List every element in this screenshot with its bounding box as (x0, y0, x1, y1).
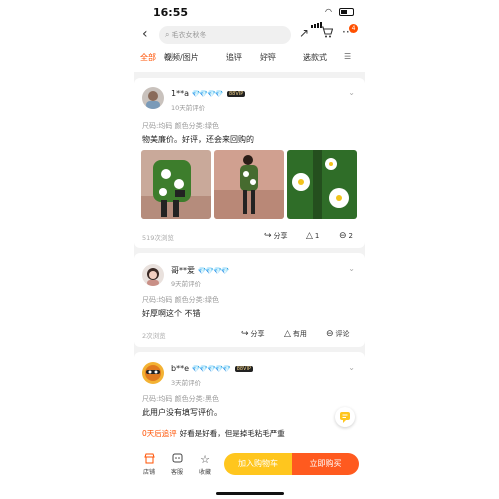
share-icon: ↪ (264, 231, 272, 241)
avatar[interactable] (142, 87, 164, 109)
share-label: 分享 (273, 232, 288, 240)
comment-label: 评论 (335, 330, 350, 338)
review-text: 好厚啊这个 不错 (142, 309, 201, 318)
review-card: 哥**爱 💎💎💎💎 9天前评价 ⌄ 尺码:均码 颜色分类:绿色 好厚啊这个 不错… (134, 253, 365, 347)
followup-review: 0天后追评 好看是好看，但是掉毛粘毛严重 (142, 428, 285, 439)
comment-button[interactable]: ⊖ 评论 (326, 329, 350, 339)
chevron-down-icon[interactable]: ⌄ (348, 88, 355, 97)
review-time: 9天前评价 (171, 280, 202, 288)
nav-bar: ‹ ⌕ 毛衣女秋冬 ↗ ··· 4 (134, 24, 365, 46)
store-icon (138, 453, 160, 465)
tab-positive-count: (20) (260, 52, 275, 60)
customer-service-icon (166, 453, 188, 465)
comment-button[interactable]: ⊖ 2 (339, 231, 353, 241)
vip-badge: 88VIP (226, 90, 246, 97)
home-indicator (216, 492, 284, 495)
vip-badge: 88VIP (234, 365, 253, 372)
review-time: 10天前评价 (171, 104, 206, 112)
reviewer-name-text: 1**a (171, 89, 189, 98)
floating-chat-button[interactable] (335, 407, 355, 427)
share-button[interactable]: ↪ 分享 (264, 231, 288, 241)
search-placeholder: 毛衣女秋冬 (171, 31, 207, 39)
top-header: 16:55 ◠ ‹ ⌕ 毛衣女秋冬 ↗ ··· 4 全部 ◎ 视频/图片 (2) 追评… (134, 0, 365, 72)
like-count: 1 (314, 232, 320, 240)
review-card: b**e 💎💎💎💎💎 88VIP 3天前评价 ⌄ 尺码:均码 颜色分类:黑色 此… (134, 352, 365, 452)
status-time: 16:55 (153, 6, 189, 19)
chevron-down-icon[interactable]: ⌄ (348, 363, 355, 372)
review-time: 3天前评价 (171, 379, 202, 387)
review-text: 此用户没有填写评价。 (142, 408, 222, 417)
reviewer-name[interactable]: 1**a 💎💎💎💎 88VIP (171, 89, 246, 98)
share-button[interactable]: ↪ 分享 (241, 329, 265, 339)
comment-count: 2 (348, 232, 354, 240)
avatar[interactable] (142, 362, 164, 384)
thumbs-up-icon: △ (306, 231, 313, 241)
diamond-level-icon: 💎💎💎💎 (197, 267, 230, 275)
followup-text: 好看是好看，但是掉毛粘毛严重 (179, 429, 285, 438)
useful-button[interactable]: △ 有用 (284, 329, 307, 339)
review-text: 物美廉价。好评，还会来回购的 (142, 135, 254, 144)
review-photo[interactable] (287, 150, 357, 219)
comment-icon: ⊖ (339, 231, 347, 241)
share-icon[interactable]: ↗ (299, 26, 309, 40)
reviewer-name-text: 哥**爱 (171, 266, 195, 275)
store-label: 店铺 (142, 469, 155, 476)
search-input[interactable]: ⌕ 毛衣女秋冬 (159, 26, 291, 44)
review-photo[interactable] (214, 150, 284, 219)
cart-badge: 4 (349, 24, 358, 33)
share-label: 分享 (250, 330, 265, 338)
tab-all[interactable]: 全部 (140, 52, 156, 63)
add-to-cart-button[interactable]: 加入购物车 (224, 453, 292, 475)
tab-followup-count: (1) (226, 52, 236, 60)
filter-list-icon[interactable]: ☰ (344, 52, 351, 61)
back-chevron-icon[interactable]: ‹ (142, 26, 148, 42)
reviewer-name[interactable]: b**e 💎💎💎💎💎 88VIP (171, 364, 253, 373)
followup-tag: 0天后追评 (142, 429, 177, 438)
store-button[interactable]: 店铺 (138, 453, 160, 476)
filter-tabs: 全部 ◎ 视频/图片 (2) 追评 (1) 好评 (20) 选款式 ⌄ ☰ (134, 52, 365, 68)
star-icon: ☆ (200, 453, 210, 466)
diamond-level-icon: 💎💎💎💎💎 (191, 365, 232, 373)
share-icon: ↪ (241, 329, 249, 339)
phone-screen: 16:55 ◠ ‹ ⌕ 毛衣女秋冬 ↗ ··· 4 全部 ◎ 视频/图片 (2) 追评… (134, 0, 365, 499)
review-spec: 尺码:均码 颜色分类:黑色 (142, 395, 219, 403)
service-button[interactable]: 客服 (166, 453, 188, 476)
review-card: 1**a 💎💎💎💎 88VIP 10天前评价 ⌄ 尺码:均码 颜色分类:绿色 物… (134, 78, 365, 248)
battery-icon (339, 8, 354, 16)
favorite-button[interactable]: ☆ 收藏 (194, 453, 216, 476)
useful-label: 有用 (292, 330, 307, 338)
avatar[interactable] (142, 264, 164, 286)
reviewer-name[interactable]: 哥**爱 💎💎💎💎 (171, 265, 230, 276)
diamond-level-icon: 💎💎💎💎 (191, 90, 224, 98)
review-spec: 尺码:均码 颜色分类:绿色 (142, 122, 219, 130)
chevron-down-icon[interactable]: ⌄ (348, 264, 355, 273)
status-bar: 16:55 ◠ (134, 0, 365, 28)
view-count: 2次浏览 (142, 332, 166, 340)
like-button[interactable]: △ 1 (306, 231, 319, 241)
view-count: 519次浏览 (142, 234, 174, 242)
buy-now-button[interactable]: 立即购买 (292, 453, 359, 475)
favorite-label: 收藏 (198, 469, 211, 476)
chevron-down-icon: ⌄ (303, 52, 310, 61)
review-photo[interactable] (141, 150, 211, 219)
comment-icon: ⊖ (326, 329, 334, 339)
reviewer-name-text: b**e (171, 364, 189, 373)
thumbs-up-icon: △ (284, 329, 291, 339)
review-spec: 尺码:均码 颜色分类:绿色 (142, 296, 219, 304)
cart-icon[interactable] (320, 26, 334, 41)
wifi-icon: ◠ (325, 7, 332, 16)
search-icon: ⌕ (165, 30, 170, 39)
tab-media-count: (2) (164, 52, 174, 60)
service-label: 客服 (170, 469, 183, 476)
